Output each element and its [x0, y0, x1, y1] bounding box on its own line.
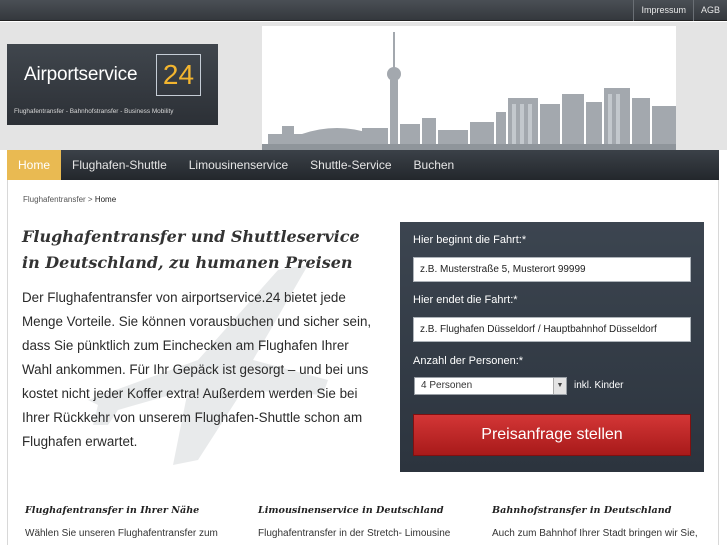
column-text: Wählen Sie unseren Flughafentransfer zum — [25, 528, 218, 539]
agb-link[interactable]: AGB — [692, 0, 727, 21]
column-title[interactable]: Flughafentransfer in Ihrer Nähe — [25, 505, 240, 516]
header: Airportservice 24 Flughafentransfer - Ba… — [0, 22, 727, 150]
nav-buchen[interactable]: Buchen — [403, 150, 466, 180]
persons-note: inkl. Kinder — [574, 380, 624, 391]
nav-limousinenservice[interactable]: Limousinenservice — [178, 150, 299, 180]
nav-home[interactable]: Home — [7, 150, 62, 180]
start-address-input[interactable]: z.B. Musterstraße 5, Musterort 99999 — [413, 257, 691, 282]
chevron-down-icon: ▼ — [553, 378, 566, 394]
main-content: Flughafentransfer > Home Flughafentransf… — [7, 180, 719, 545]
end-address-input[interactable]: z.B. Flughafen Düsseldorf / Hauptbahnhof… — [413, 317, 691, 342]
impressum-link[interactable]: Impressum — [633, 0, 693, 21]
persons-label: Anzahl der Personen:* — [413, 355, 524, 367]
top-links: Impressum AGB — [633, 0, 727, 21]
end-label: Hier endet die Fahrt:* — [413, 294, 518, 306]
column-text: Auch zum Bahnhof Ihrer Stadt bringen wir… — [492, 528, 698, 539]
intro-text: Der Flughafentransfer von airportservice… — [22, 290, 372, 449]
column-text: Flughafentransfer in der Stretch- Limous… — [258, 528, 451, 539]
site-logo[interactable]: Airportservice 24 Flughafentransfer - Ba… — [7, 44, 218, 125]
start-label: Hier beginnt die Fahrt:* — [413, 234, 527, 246]
top-utility-bar: Impressum AGB — [0, 0, 727, 21]
logo-tagline: Flughafentransfer - Bahnhofstransfer - B… — [14, 108, 174, 115]
persons-select-value: 4 Personen — [421, 380, 473, 391]
column-title[interactable]: Limousinenservice in Deutschland — [258, 505, 473, 516]
breadcrumb-parent-link[interactable]: Flughafentransfer — [23, 195, 86, 204]
nav-shuttle-service[interactable]: Shuttle-Service — [299, 150, 402, 180]
breadcrumb-current: Home — [94, 195, 117, 204]
main-navigation: Home Flughafen-Shuttle Limousinenservice… — [7, 150, 719, 180]
booking-form: Hier beginnt die Fahrt:* z.B. Musterstra… — [400, 222, 704, 472]
skyline-image — [262, 32, 676, 150]
logo-number: 24 — [156, 54, 201, 96]
nav-flughafen-shuttle[interactable]: Flughafen-Shuttle — [61, 150, 178, 180]
persons-select[interactable]: 4 Personen ▼ — [414, 377, 567, 395]
logo-name: Airportservice — [24, 64, 138, 85]
skyline-banner — [262, 26, 676, 150]
page-headline: Flughafentransfer und Shuttleservice in … — [22, 227, 360, 272]
column-limousine-service: Limousinenservice in Deutschland Flughaf… — [258, 505, 473, 539]
column-airport-transfer: Flughafentransfer in Ihrer Nähe Wählen S… — [25, 505, 240, 539]
breadcrumb: Flughafentransfer > Home — [23, 195, 116, 204]
column-title[interactable]: Bahnhofstransfer in Deutschland — [492, 505, 707, 516]
column-station-transfer: Bahnhofstransfer in Deutschland Auch zum… — [492, 505, 707, 539]
breadcrumb-separator: > — [85, 195, 95, 204]
request-price-button[interactable]: Preisanfrage stellen — [413, 414, 691, 456]
